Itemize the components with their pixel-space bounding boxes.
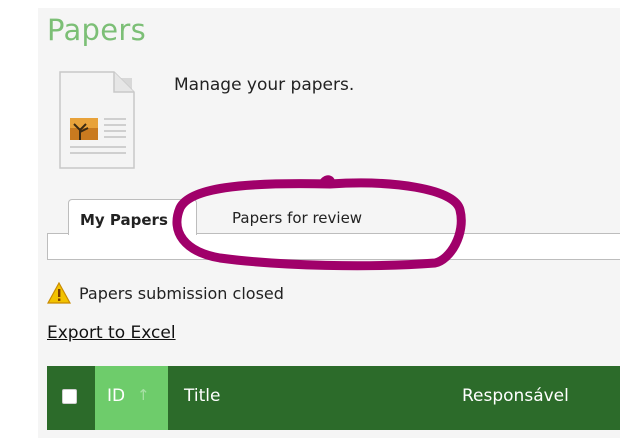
page-title: Papers — [47, 13, 147, 47]
document-icon — [59, 71, 135, 169]
warning-icon — [47, 282, 71, 304]
column-id-header[interactable] — [95, 366, 168, 430]
submission-notice: Papers submission closed — [47, 282, 284, 304]
column-responsavel-header[interactable]: Responsável — [462, 386, 569, 406]
select-all-checkbox[interactable] — [62, 389, 77, 404]
tab-my-papers[interactable]: My Papers — [68, 199, 197, 235]
tab-panel — [47, 233, 620, 260]
page-subtitle: Manage your papers. — [174, 75, 355, 95]
page: Papers Manage your papers. My Papers Pap… — [0, 0, 620, 446]
column-title-header[interactable]: Title — [184, 386, 220, 406]
tab-papers-for-review[interactable]: Papers for review — [232, 209, 362, 227]
export-to-excel-link[interactable]: Export to Excel — [47, 323, 176, 343]
sort-up-icon: ↑ — [137, 386, 150, 404]
notice-text: Papers submission closed — [79, 283, 284, 303]
column-id-label: ID — [107, 386, 126, 406]
